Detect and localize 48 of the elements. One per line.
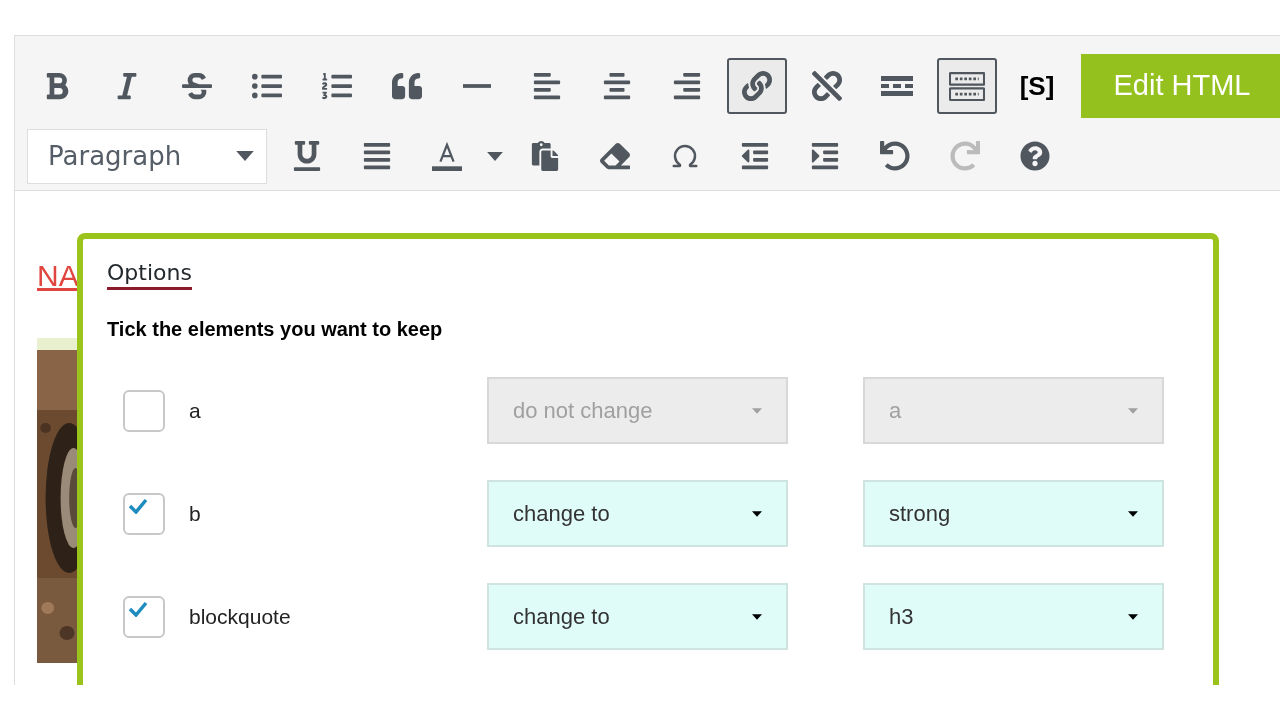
tag-select[interactable]: h3 bbox=[863, 583, 1164, 650]
undo-icon bbox=[880, 141, 910, 171]
checkmark-icon bbox=[128, 600, 148, 617]
align-left-icon bbox=[532, 71, 562, 101]
text-color-icon bbox=[432, 141, 462, 171]
checkmark-icon bbox=[128, 497, 148, 514]
dialog-heading: Tick the elements you want to keep bbox=[107, 317, 444, 342]
caret-icon bbox=[752, 407, 762, 414]
toolbar-toggle-button[interactable] bbox=[937, 58, 997, 114]
redo-icon bbox=[950, 141, 980, 171]
caret-icon bbox=[1128, 613, 1138, 620]
broken-link-icon bbox=[812, 71, 842, 101]
tag-label: blockquote bbox=[189, 603, 291, 630]
caret-icon bbox=[752, 613, 762, 620]
caret-icon bbox=[1128, 407, 1138, 414]
toolbar-toggle-icon bbox=[949, 71, 985, 101]
checkbox[interactable] bbox=[123, 389, 165, 432]
action-select[interactable]: change to bbox=[487, 480, 788, 547]
read-more-icon bbox=[881, 74, 913, 98]
format-select[interactable]: Paragraph bbox=[27, 128, 267, 184]
content-link[interactable]: NA bbox=[37, 259, 79, 292]
tag-label: a bbox=[189, 397, 201, 424]
checkbox[interactable] bbox=[123, 492, 165, 535]
options-tab[interactable]: Options bbox=[107, 259, 192, 290]
eraser-icon bbox=[600, 141, 630, 171]
caret-icon bbox=[752, 510, 762, 517]
align-right-icon bbox=[672, 71, 702, 101]
caret-icon bbox=[236, 151, 254, 161]
underline-icon bbox=[292, 141, 322, 171]
link-button[interactable] bbox=[727, 58, 787, 114]
indent-icon bbox=[810, 141, 840, 171]
caret-icon bbox=[1128, 510, 1138, 517]
tag-label: b bbox=[189, 500, 201, 527]
outdent-icon bbox=[740, 141, 770, 171]
quote-icon bbox=[392, 71, 422, 101]
numbered-list-icon bbox=[322, 71, 352, 101]
help-icon bbox=[1020, 141, 1050, 171]
strikethrough-icon bbox=[182, 71, 212, 101]
link-icon bbox=[742, 71, 772, 101]
shortcode-button[interactable]: [S] bbox=[1007, 58, 1067, 114]
bullet-list-icon bbox=[252, 71, 282, 101]
checkbox[interactable] bbox=[123, 595, 165, 638]
caret-icon bbox=[487, 151, 503, 161]
clipboard-icon bbox=[530, 141, 560, 171]
tag-select[interactable]: strong bbox=[863, 480, 1164, 547]
justify-icon bbox=[362, 141, 392, 171]
align-center-icon bbox=[602, 71, 632, 101]
action-select[interactable]: change to bbox=[487, 583, 788, 650]
